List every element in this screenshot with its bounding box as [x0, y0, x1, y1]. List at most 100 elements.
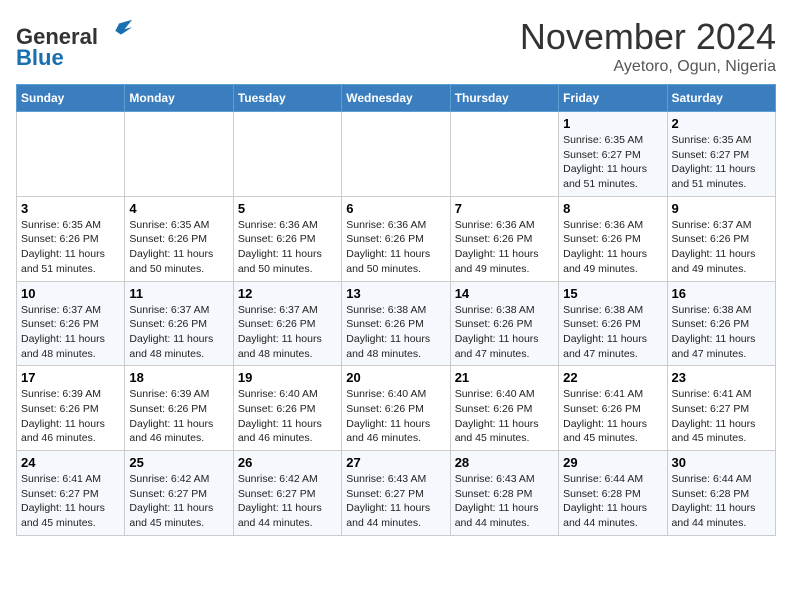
day-info: Sunrise: 6:42 AM Sunset: 6:27 PM Dayligh… — [238, 472, 337, 531]
day-info: Sunrise: 6:37 AM Sunset: 6:26 PM Dayligh… — [672, 218, 771, 277]
calendar-cell: 20Sunrise: 6:40 AM Sunset: 6:26 PM Dayli… — [342, 366, 450, 451]
day-number: 18 — [129, 370, 228, 385]
day-info: Sunrise: 6:38 AM Sunset: 6:26 PM Dayligh… — [346, 303, 445, 362]
day-info: Sunrise: 6:43 AM Sunset: 6:28 PM Dayligh… — [455, 472, 554, 531]
day-number: 11 — [129, 286, 228, 301]
calendar-cell: 21 Sunrise: 6:40 AM Sunset: 6:26 PM Dayli… — [450, 366, 558, 451]
calendar-cell: 29 Sunrise: 6:44 AM Sunset: 6:28 PM Dayli… — [559, 451, 667, 536]
day-info: Sunrise: 6:35 AM Sunset: 6:26 PM Dayligh… — [21, 218, 120, 277]
day-info: Sunrise: 6:35 AM Sunset: 6:27 PM Dayligh… — [563, 133, 662, 192]
day-info: Sunrise: 6:35 AM Sunset: 6:27 PM Dayligh… — [672, 133, 771, 192]
calendar-cell — [450, 112, 558, 197]
calendar-cell — [125, 112, 233, 197]
day-number: 1 — [563, 116, 662, 131]
logo: General Blue — [16, 16, 134, 71]
title-block: November 2024 Ayetoro, Ogun, Nigeria — [520, 16, 776, 76]
weekday-header: Tuesday — [233, 85, 341, 112]
day-info: Sunrise: 6:44 AM Sunset: 6:28 PM Dayligh… — [672, 472, 771, 531]
day-info: Sunrise: 6:43 AM Sunset: 6:27 PM Dayligh… — [346, 472, 445, 531]
day-number: 4 — [129, 201, 228, 216]
day-number: 23 — [672, 370, 771, 385]
calendar-cell: 2 Sunrise: 6:35 AM Sunset: 6:27 PM Daylig… — [667, 112, 775, 197]
day-info: Sunrise: 6:36 AM Sunset: 6:26 PM Dayligh… — [563, 218, 662, 277]
calendar-cell: 23 Sunrise: 6:41 AM Sunset: 6:27 PM Dayli… — [667, 366, 775, 451]
day-info: Sunrise: 6:40 AM Sunset: 6:26 PM Dayligh… — [455, 387, 554, 446]
day-info: Sunrise: 6:41 AM Sunset: 6:27 PM Dayligh… — [21, 472, 120, 531]
day-number: 7 — [455, 201, 554, 216]
day-number: 16 — [672, 286, 771, 301]
day-info: Sunrise: 6:40 AM Sunset: 6:26 PM Dayligh… — [238, 387, 337, 446]
day-info: Sunrise: 6:37 AM Sunset: 6:26 PM Dayligh… — [129, 303, 228, 362]
calendar-cell — [17, 112, 125, 197]
calendar-week-row: 3 Sunrise: 6:35 AM Sunset: 6:26 PM Daylig… — [17, 196, 776, 281]
day-number: 30 — [672, 455, 771, 470]
page-header: General Blue November 2024 Ayetoro, Ogun… — [16, 16, 776, 76]
calendar-cell: 15 Sunrise: 6:38 AM Sunset: 6:26 PM Dayli… — [559, 281, 667, 366]
calendar-cell: 24 Sunrise: 6:41 AM Sunset: 6:27 PM Dayli… — [17, 451, 125, 536]
day-number: 29 — [563, 455, 662, 470]
calendar-cell: 17 Sunrise: 6:39 AM Sunset: 6:26 PM Dayli… — [17, 366, 125, 451]
day-info: Sunrise: 6:39 AM Sunset: 6:26 PM Dayligh… — [21, 387, 120, 446]
calendar-cell: 19 Sunrise: 6:40 AM Sunset: 6:26 PM Dayli… — [233, 366, 341, 451]
calendar-cell: 16 Sunrise: 6:38 AM Sunset: 6:26 PM Dayli… — [667, 281, 775, 366]
calendar-cell: 4 Sunrise: 6:35 AM Sunset: 6:26 PM Daylig… — [125, 196, 233, 281]
day-number: 20 — [346, 370, 445, 385]
calendar-cell: 30 Sunrise: 6:44 AM Sunset: 6:28 PM Dayli… — [667, 451, 775, 536]
day-info: Sunrise: 6:35 AM Sunset: 6:26 PM Dayligh… — [129, 218, 228, 277]
weekday-header: Friday — [559, 85, 667, 112]
day-info: Sunrise: 6:38 AM Sunset: 6:26 PM Dayligh… — [672, 303, 771, 362]
calendar-cell — [342, 112, 450, 197]
day-number: 25 — [129, 455, 228, 470]
day-number: 26 — [238, 455, 337, 470]
day-info: Sunrise: 6:44 AM Sunset: 6:28 PM Dayligh… — [563, 472, 662, 531]
day-number: 19 — [238, 370, 337, 385]
weekday-header: Thursday — [450, 85, 558, 112]
weekday-header: Sunday — [17, 85, 125, 112]
calendar-cell: 14 Sunrise: 6:38 AM Sunset: 6:26 PM Dayli… — [450, 281, 558, 366]
day-number: 3 — [21, 201, 120, 216]
location: Ayetoro, Ogun, Nigeria — [520, 58, 776, 76]
day-info: Sunrise: 6:37 AM Sunset: 6:26 PM Dayligh… — [238, 303, 337, 362]
day-number: 22 — [563, 370, 662, 385]
day-number: 27 — [346, 455, 445, 470]
day-number: 15 — [563, 286, 662, 301]
calendar-cell: 22 Sunrise: 6:41 AM Sunset: 6:26 PM Dayli… — [559, 366, 667, 451]
day-info: Sunrise: 6:36 AM Sunset: 6:26 PM Dayligh… — [455, 218, 554, 277]
calendar-cell: 12 Sunrise: 6:37 AM Sunset: 6:26 PM Dayli… — [233, 281, 341, 366]
calendar-cell: 6Sunrise: 6:36 AM Sunset: 6:26 PM Daylig… — [342, 196, 450, 281]
day-info: Sunrise: 6:38 AM Sunset: 6:26 PM Dayligh… — [563, 303, 662, 362]
day-number: 6 — [346, 201, 445, 216]
logo-bird-icon — [106, 16, 134, 44]
day-number: 14 — [455, 286, 554, 301]
calendar-cell: 5 Sunrise: 6:36 AM Sunset: 6:26 PM Daylig… — [233, 196, 341, 281]
calendar-cell: 18 Sunrise: 6:39 AM Sunset: 6:26 PM Dayli… — [125, 366, 233, 451]
day-number: 24 — [21, 455, 120, 470]
day-info: Sunrise: 6:39 AM Sunset: 6:26 PM Dayligh… — [129, 387, 228, 446]
day-info: Sunrise: 6:41 AM Sunset: 6:27 PM Dayligh… — [672, 387, 771, 446]
day-number: 2 — [672, 116, 771, 131]
calendar-cell: 7 Sunrise: 6:36 AM Sunset: 6:26 PM Daylig… — [450, 196, 558, 281]
calendar-cell: 11 Sunrise: 6:37 AM Sunset: 6:26 PM Dayli… — [125, 281, 233, 366]
day-number: 5 — [238, 201, 337, 216]
day-number: 13 — [346, 286, 445, 301]
calendar-cell: 10 Sunrise: 6:37 AM Sunset: 6:26 PM Dayli… — [17, 281, 125, 366]
calendar-week-row: 10 Sunrise: 6:37 AM Sunset: 6:26 PM Dayli… — [17, 281, 776, 366]
calendar-cell: 3 Sunrise: 6:35 AM Sunset: 6:26 PM Daylig… — [17, 196, 125, 281]
calendar-cell: 26 Sunrise: 6:42 AM Sunset: 6:27 PM Dayli… — [233, 451, 341, 536]
calendar-week-row: 24 Sunrise: 6:41 AM Sunset: 6:27 PM Dayli… — [17, 451, 776, 536]
calendar-table: SundayMondayTuesdayWednesdayThursdayFrid… — [16, 84, 776, 536]
calendar-cell: 27 Sunrise: 6:43 AM Sunset: 6:27 PM Dayli… — [342, 451, 450, 536]
day-info: Sunrise: 6:41 AM Sunset: 6:26 PM Dayligh… — [563, 387, 662, 446]
day-number: 9 — [672, 201, 771, 216]
day-number: 10 — [21, 286, 120, 301]
day-number: 17 — [21, 370, 120, 385]
day-number: 21 — [455, 370, 554, 385]
day-info: Sunrise: 6:36 AM Sunset: 6:26 PM Dayligh… — [238, 218, 337, 277]
weekday-header: Monday — [125, 85, 233, 112]
calendar-week-row: 17 Sunrise: 6:39 AM Sunset: 6:26 PM Dayli… — [17, 366, 776, 451]
day-info: Sunrise: 6:37 AM Sunset: 6:26 PM Dayligh… — [21, 303, 120, 362]
calendar-cell: 13 Sunrise: 6:38 AM Sunset: 6:26 PM Dayli… — [342, 281, 450, 366]
day-info: Sunrise: 6:38 AM Sunset: 6:26 PM Dayligh… — [455, 303, 554, 362]
day-number: 12 — [238, 286, 337, 301]
calendar-week-row: 1 Sunrise: 6:35 AM Sunset: 6:27 PM Daylig… — [17, 112, 776, 197]
